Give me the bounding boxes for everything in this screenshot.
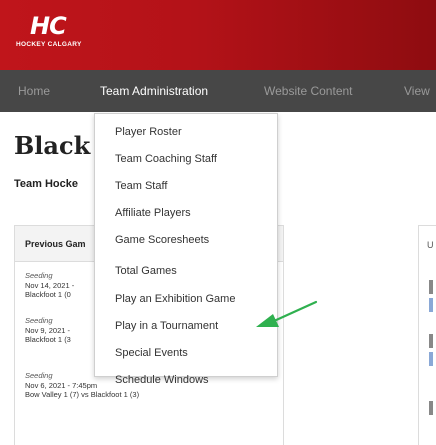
game-date: Nov 9, 2021 -: [25, 325, 71, 335]
upcoming-games-panel: U: [418, 225, 436, 445]
header-bar: HC HOCKEY CALGARY: [0, 0, 436, 70]
game-score: Blackfoot 1 (3: [25, 335, 71, 344]
nav-website-content[interactable]: Website Content: [264, 84, 353, 98]
cutoff-link-fragment[interactable]: [429, 298, 433, 312]
game-date: Nov 14, 2021 -: [25, 280, 75, 290]
page-title: Black: [14, 131, 91, 160]
game-stage: Seeding: [25, 316, 53, 325]
cutoff-text-fragment: [429, 401, 433, 415]
menu-item-game-scoresheets[interactable]: Game Scoresheets: [115, 234, 209, 246]
menu-item-special-events[interactable]: Special Events: [115, 347, 188, 359]
page-subtitle: Team Hocke: [14, 178, 78, 190]
logo-text: HOCKEY CALGARY: [16, 41, 82, 48]
menu-item-total-games[interactable]: Total Games: [115, 265, 177, 277]
nav-view[interactable]: View: [404, 84, 430, 98]
main-nav: Home Team Administration Website Content…: [0, 70, 436, 112]
upcoming-games-header: U: [427, 240, 434, 250]
menu-item-team-coaching-staff[interactable]: Team Coaching Staff: [115, 153, 217, 165]
game-score: Blackfoot 1 (0: [25, 290, 71, 299]
hockey-calgary-logo[interactable]: HC HOCKEY CALGARY: [14, 12, 94, 58]
cutoff-link-fragment[interactable]: [429, 352, 433, 366]
game-score: Bow Valley 1 (7) vs Blackfoot 1 (3): [25, 390, 140, 399]
nav-home[interactable]: Home: [18, 84, 50, 98]
nav-team-administration[interactable]: Team Administration: [100, 84, 208, 98]
game-item[interactable]: Seeding Nov 9, 2021 - Blackfoot 1 (3: [25, 316, 71, 345]
menu-item-player-roster[interactable]: Player Roster: [115, 126, 182, 138]
menu-item-play-exhibition-game[interactable]: Play an Exhibition Game: [115, 293, 235, 305]
cutoff-text-fragment: [429, 280, 433, 294]
menu-item-play-in-tournament[interactable]: Play in a Tournament: [115, 320, 218, 332]
logo-mark: HC: [30, 12, 67, 40]
menu-item-team-staff[interactable]: Team Staff: [115, 180, 167, 192]
game-item[interactable]: Seeding Nov 14, 2021 - Blackfoot 1 (0: [25, 271, 74, 300]
cutoff-text-fragment: [429, 334, 433, 348]
game-stage: Seeding: [25, 271, 53, 280]
team-administration-dropdown: Player Roster Team Coaching Staff Team S…: [94, 113, 278, 386]
menu-item-schedule-windows[interactable]: Schedule Windows: [115, 374, 209, 386]
menu-item-affiliate-players[interactable]: Affiliate Players: [115, 207, 191, 219]
